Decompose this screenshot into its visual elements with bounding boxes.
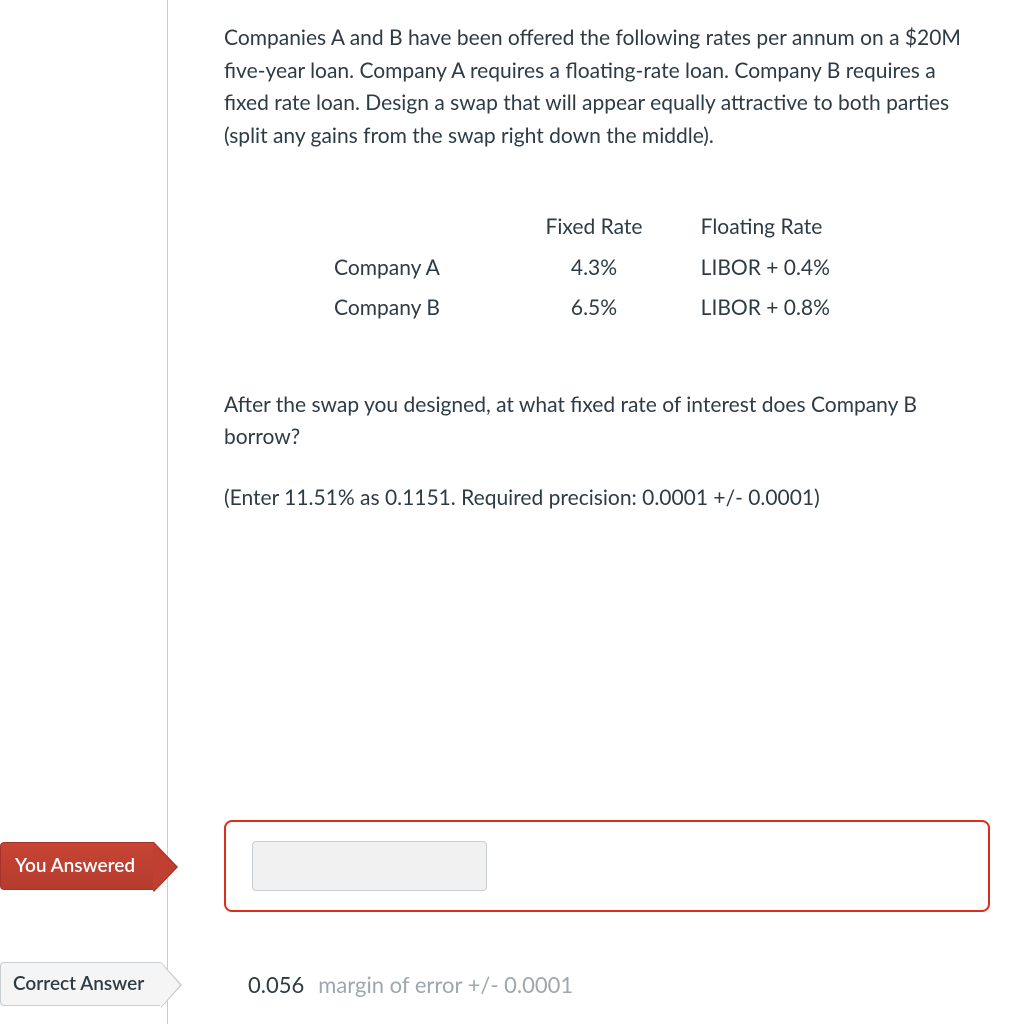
table-header-fixed: Fixed Rate bbox=[507, 207, 680, 248]
question-followup: After the swap you designed, at what fix… bbox=[224, 389, 984, 454]
user-answer-box bbox=[224, 820, 990, 912]
correct-answer-badge: Correct Answer bbox=[0, 962, 161, 1006]
correct-answer-row: Correct Answer 0.056 margin of error +/-… bbox=[0, 962, 990, 1012]
question-content: Companies A and B have been offered the … bbox=[224, 22, 984, 569]
you-answered-badge: You Answered bbox=[0, 842, 154, 890]
table-header-floating: Floating Rate bbox=[681, 207, 874, 248]
you-answered-row: You Answered bbox=[0, 820, 1014, 878]
table-header-blank bbox=[334, 207, 507, 248]
table-header-row: Fixed Rate Floating Rate bbox=[334, 207, 874, 248]
table-cell-floating: LIBOR + 0.4% bbox=[681, 248, 874, 289]
user-answer-input[interactable] bbox=[252, 841, 487, 891]
table-cell-label: Company B bbox=[334, 288, 507, 329]
table-cell-floating: LIBOR + 0.8% bbox=[681, 288, 874, 329]
question-intro: Companies A and B have been offered the … bbox=[224, 22, 984, 152]
margin-of-error-text: margin of error +/- 0.0001 bbox=[318, 968, 573, 1002]
correct-answer-value: 0.056 bbox=[248, 968, 304, 1002]
question-precision: (Enter 11.51% as 0.1151. Required precis… bbox=[224, 482, 984, 515]
correct-answer-value-wrap: 0.056 margin of error +/- 0.0001 bbox=[248, 968, 573, 1002]
table-cell-fixed: 6.5% bbox=[507, 288, 680, 329]
answer-area: You Answered Correct Answer 0.056 margin… bbox=[0, 820, 1014, 878]
table-cell-label: Company A bbox=[334, 248, 507, 289]
table-row: Company A 4.3% LIBOR + 0.4% bbox=[334, 248, 874, 289]
table-row: Company B 6.5% LIBOR + 0.8% bbox=[334, 288, 874, 329]
table-cell-fixed: 4.3% bbox=[507, 248, 680, 289]
rates-table: Fixed Rate Floating Rate Company A 4.3% … bbox=[334, 207, 874, 329]
